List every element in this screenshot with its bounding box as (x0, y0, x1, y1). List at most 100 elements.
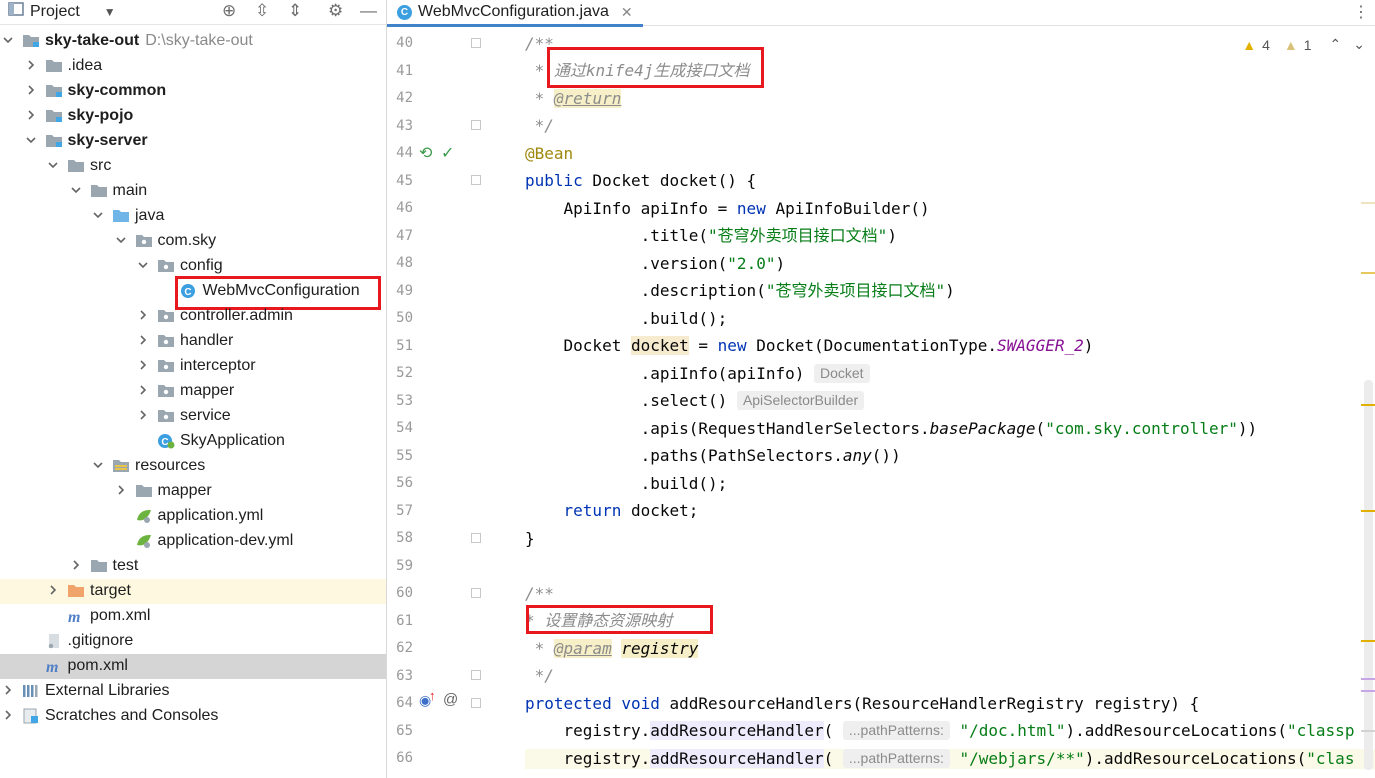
error-stripe-marker[interactable] (1361, 640, 1375, 642)
svg-text:C: C (161, 437, 168, 448)
tree-item-java[interactable]: java (0, 204, 386, 229)
more-vertical-icon[interactable]: ⋮ (1353, 2, 1369, 22)
tree-item-webmvcconfiguration[interactable]: C WebMvcConfiguration (0, 279, 386, 304)
chevron-down-icon[interactable] (115, 234, 127, 246)
code-line-42: * @return (525, 89, 622, 108)
fold-marker[interactable] (471, 120, 481, 130)
chevron-down-icon[interactable] (92, 209, 104, 221)
fold-marker[interactable] (471, 698, 481, 708)
folder-icon (90, 558, 108, 574)
bean-run-icon[interactable]: ⟲ (419, 143, 432, 163)
tree-item-src[interactable]: src (0, 154, 386, 179)
error-stripe-marker[interactable] (1361, 510, 1375, 512)
tree-item-pom-xml[interactable]: m pom.xml (0, 604, 386, 629)
chevron-down-icon[interactable]: ⌄ (1353, 36, 1365, 53)
tree-item-sky-common[interactable]: sky-common (0, 79, 386, 104)
chevron-right-icon[interactable] (2, 709, 14, 721)
close-icon[interactable]: ✕ (621, 4, 633, 21)
tree-item-external-libraries[interactable]: External Libraries (0, 679, 386, 704)
code-editor[interactable]: C WebMvcConfiguration.java ✕ ⋮ ▲ 4 ▲ 1 ⌃… (387, 0, 1375, 778)
folder-icon (45, 58, 63, 74)
line-number: 58 (396, 530, 413, 546)
tree-item-gitignore[interactable]: .gitignore (0, 629, 386, 654)
fold-marker[interactable] (471, 533, 481, 543)
tab-webmvcconfiguration[interactable]: C WebMvcConfiguration.java ✕ (387, 0, 643, 27)
tree-item-test[interactable]: test (0, 554, 386, 579)
chevron-right-icon[interactable] (25, 59, 37, 71)
fold-marker[interactable] (471, 670, 481, 680)
tree-item-skyapplication[interactable]: C SkyApplication (0, 429, 386, 454)
chevron-right-icon[interactable] (70, 559, 82, 571)
chevron-down-icon[interactable] (25, 134, 37, 146)
chevron-down-icon[interactable] (70, 184, 82, 196)
chevron-right-icon[interactable] (137, 309, 149, 321)
error-stripe-marker[interactable] (1361, 690, 1375, 692)
package-icon (157, 408, 175, 424)
override-up-icon[interactable]: ↑ (429, 688, 436, 703)
tree-item-service[interactable]: service (0, 404, 386, 429)
bean-navigate-icon[interactable]: ✓ (441, 143, 454, 163)
tree-item-sky-take-out[interactable]: sky-take-out D:\sky-take-out (0, 29, 386, 54)
code-line-56: .build(); (525, 474, 728, 493)
tree-item-application-dev-yml[interactable]: application-dev.yml (0, 529, 386, 554)
chevron-up-icon[interactable]: ⌃ (1330, 36, 1342, 53)
line-number: 63 (396, 667, 413, 684)
tree-item-idea[interactable]: .idea (0, 54, 386, 79)
error-stripe-marker[interactable] (1361, 404, 1375, 406)
chevron-down-icon[interactable] (92, 459, 104, 471)
at-icon[interactable]: @ (443, 691, 458, 708)
tree-item-com-sky[interactable]: com.sky (0, 229, 386, 254)
tree-item-sky-pojo[interactable]: sky-pojo (0, 104, 386, 129)
chevron-right-icon[interactable] (137, 334, 149, 346)
error-stripe-marker[interactable] (1361, 202, 1375, 204)
tree-item-application-yml[interactable]: application.yml (0, 504, 386, 529)
folder-icon (135, 483, 153, 499)
fold-marker[interactable] (471, 588, 481, 598)
tree-item-resources[interactable]: resources (0, 454, 386, 479)
error-stripe-marker[interactable] (1361, 272, 1375, 274)
inspection-widget[interactable]: ▲ 4 ▲ 1 ⌃ ⌄ (1242, 36, 1365, 53)
tree-item-label: handler (180, 332, 234, 349)
chevron-right-icon[interactable] (47, 584, 59, 596)
error-stripe-marker[interactable] (1361, 730, 1375, 732)
tree-item-label: java (135, 207, 165, 224)
tree-item-handler[interactable]: handler (0, 329, 386, 354)
tree-item-target[interactable]: target (0, 579, 386, 604)
comment-text-static-resources: * 设置静态资源映射 (525, 611, 673, 630)
tree-item-scratches-and-consoles[interactable]: Scratches and Consoles (0, 704, 386, 729)
collapse-all-icon[interactable]: ⇕ (288, 1, 302, 21)
tree-item-controller-admin[interactable]: controller.admin (0, 304, 386, 329)
line-number: 41 (396, 62, 413, 79)
package-icon (135, 233, 153, 249)
vertical-scrollbar[interactable] (1364, 380, 1373, 770)
line-number: 44 (396, 145, 413, 161)
chevron-right-icon[interactable] (137, 409, 149, 421)
chevron-down-icon[interactable] (2, 34, 14, 46)
tree-item-label: .gitignore (67, 632, 134, 649)
chevron-down-icon[interactable] (47, 159, 59, 171)
tree-item-mapper[interactable]: mapper (0, 379, 386, 404)
chevron-right-icon[interactable] (137, 359, 149, 371)
gear-icon[interactable]: ⚙ (328, 1, 343, 21)
chevron-right-icon[interactable] (2, 684, 14, 696)
fold-marker[interactable] (471, 38, 481, 48)
tree-item-interceptor[interactable]: interceptor (0, 354, 386, 379)
fold-marker[interactable] (471, 175, 481, 185)
tree-item-main[interactable]: main (0, 179, 386, 204)
tree-item-pom-xml[interactable]: m pom.xml (0, 654, 386, 679)
chevron-right-icon[interactable] (115, 484, 127, 496)
chevron-down-icon[interactable] (137, 259, 149, 271)
chevron-down-icon[interactable]: ▼ (104, 5, 116, 19)
expand-all-icon[interactable]: ⇳ (255, 1, 269, 21)
tree-item-mapper[interactable]: mapper (0, 479, 386, 504)
chevron-right-icon[interactable] (137, 384, 149, 396)
error-stripe-marker[interactable] (1361, 678, 1375, 680)
project-view-selector[interactable]: Project ▼ (8, 2, 116, 21)
chevron-right-icon[interactable] (25, 84, 37, 96)
tree-item-sky-server[interactable]: sky-server (0, 129, 386, 154)
locate-target-icon[interactable]: ⊕ (222, 1, 236, 21)
chevron-right-icon[interactable] (25, 109, 37, 121)
hide-panel-icon[interactable]: — (360, 1, 377, 21)
tree-item-config[interactable]: config (0, 254, 386, 279)
code-line-40: /** (525, 34, 554, 53)
